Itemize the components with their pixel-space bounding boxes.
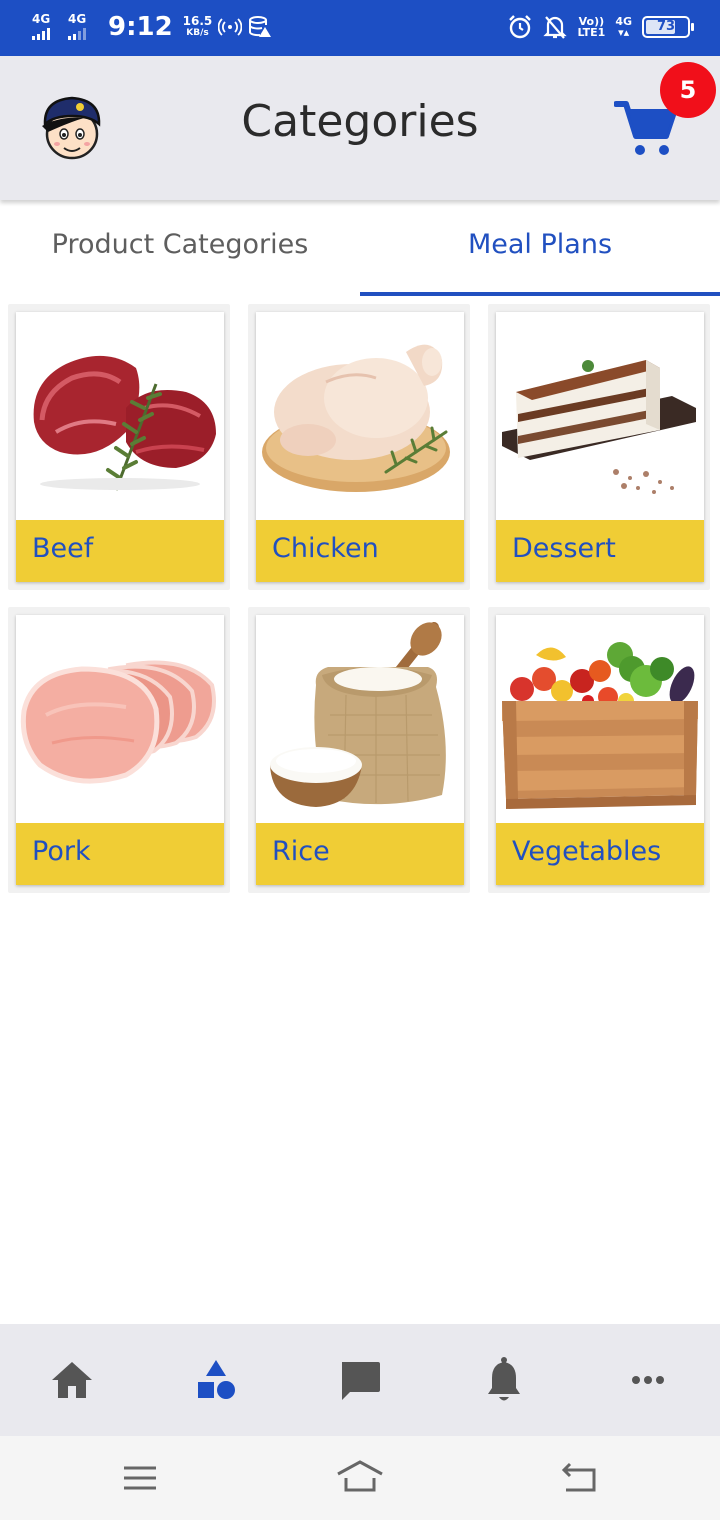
hotspot-icon [218, 18, 243, 36]
status-left: 4G 4G 9:12 16.5 KB/s [30, 12, 272, 42]
home-icon [337, 1460, 383, 1492]
back-icon [561, 1462, 596, 1492]
battery-icon: 73 [642, 16, 694, 38]
beef-image [16, 312, 224, 520]
signal-icon: 4G [66, 12, 96, 42]
signal-icon: 4G [30, 12, 60, 42]
network-type-1: 4G [32, 12, 51, 26]
system-home-button[interactable] [336, 1456, 384, 1500]
speed-unit: KB/s [186, 28, 209, 38]
tab-bar: Product Categories Meal Plans [0, 200, 720, 296]
status-bar: 4G 4G 9:12 16.5 KB/s Vo)) LTE1 4G ▾▴ 73 [0, 0, 720, 56]
bell-icon [488, 1357, 520, 1401]
status-right: Vo)) LTE1 4G ▾▴ 73 [507, 14, 694, 40]
category-card-vegetables[interactable]: Vegetables [488, 607, 710, 893]
battery-level: 73 [656, 19, 676, 34]
lte-label: LTE1 [577, 26, 606, 39]
data-saver-icon [249, 16, 272, 37]
menu-icon [124, 1466, 156, 1490]
category-label: Chicken [256, 520, 464, 582]
category-label: Pork [16, 823, 224, 885]
category-label: Vegetables [496, 823, 704, 885]
alarm-icon [509, 15, 532, 39]
app-header: Categories [0, 56, 720, 200]
category-label: Beef [16, 520, 224, 582]
nav-messages[interactable] [332, 1352, 388, 1408]
rice-image [256, 615, 464, 823]
tab-product-categories[interactable]: Product Categories [0, 200, 360, 296]
clock: 9:12 [108, 12, 173, 42]
network-type-2: 4G [68, 12, 87, 26]
page-title: Categories [241, 96, 479, 147]
dessert-image [496, 312, 704, 520]
cart-count-badge: 5 [660, 62, 716, 118]
system-back-button[interactable] [556, 1456, 604, 1500]
home-icon [52, 1362, 92, 1398]
active-tab-indicator [360, 292, 720, 296]
volte-indicator: Vo)) LTE1 [577, 16, 605, 38]
system-nav-bar [0, 1436, 720, 1520]
category-card-dessert[interactable]: Dessert [488, 304, 710, 590]
categories-icon [198, 1360, 235, 1399]
category-card-beef[interactable]: Beef [8, 304, 230, 590]
system-menu-button[interactable] [116, 1456, 164, 1500]
vegetables-image [496, 615, 704, 823]
nav-notifications[interactable] [476, 1352, 532, 1408]
category-label: Rice [256, 823, 464, 885]
network-speed: 16.5 KB/s [183, 15, 213, 39]
signal-icon: 4G ▾▴ [615, 15, 632, 39]
category-card-pork[interactable]: Pork [8, 607, 230, 893]
category-label: Dessert [496, 520, 704, 582]
tab-meal-plans[interactable]: Meal Plans [360, 200, 720, 296]
pork-image [16, 615, 224, 823]
mute-icon [543, 16, 568, 39]
nav-categories[interactable] [188, 1352, 244, 1408]
category-card-chicken[interactable]: Chicken [248, 304, 470, 590]
chat-icon [342, 1362, 380, 1400]
chicken-image [256, 312, 464, 520]
category-card-rice[interactable]: Rice [248, 607, 470, 893]
bottom-nav [0, 1324, 720, 1436]
nav-more[interactable] [620, 1352, 676, 1408]
more-icon [632, 1376, 664, 1384]
nav-home[interactable] [44, 1352, 100, 1408]
speed-value: 16.5 [182, 14, 213, 28]
